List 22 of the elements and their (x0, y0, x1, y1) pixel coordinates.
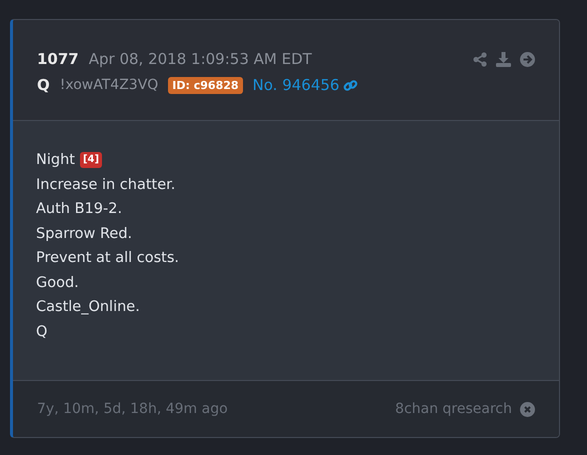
share-icon[interactable] (473, 52, 487, 66)
post-text-line: Castle_Online. (36, 298, 140, 317)
close-icon[interactable] (520, 402, 535, 416)
reply-count-badge: [4] (80, 152, 102, 168)
download-icon[interactable] (496, 52, 511, 66)
post-text-line: Q (36, 322, 48, 342)
id-badge: ID: c96828 (168, 76, 243, 94)
link-icon[interactable] (343, 78, 358, 92)
post-text-line: Night (36, 151, 75, 170)
source-label: 8chan qresearch (395, 401, 512, 417)
post-text-line: Good. (36, 274, 79, 292)
post-link[interactable]: No. 946456 (252, 76, 340, 94)
post-number: 1077 (37, 50, 79, 68)
arrow-right-circle-icon[interactable] (520, 52, 535, 66)
post-date: Apr 08, 2018 1:09:53 AM EDT (88, 50, 312, 68)
post-age: 7y, 10m, 5d, 18h, 49m ago (37, 401, 228, 417)
post-text-line: Increase in chatter. (36, 176, 176, 194)
post-text-line: Prevent at all costs. (36, 249, 180, 268)
post-text-line: Auth B19-2. (36, 200, 122, 219)
author-name: Q (37, 76, 50, 94)
post-text-line: Sparrow Red. (36, 224, 132, 244)
tripcode: !xowAT4Z3VQ (60, 77, 158, 93)
